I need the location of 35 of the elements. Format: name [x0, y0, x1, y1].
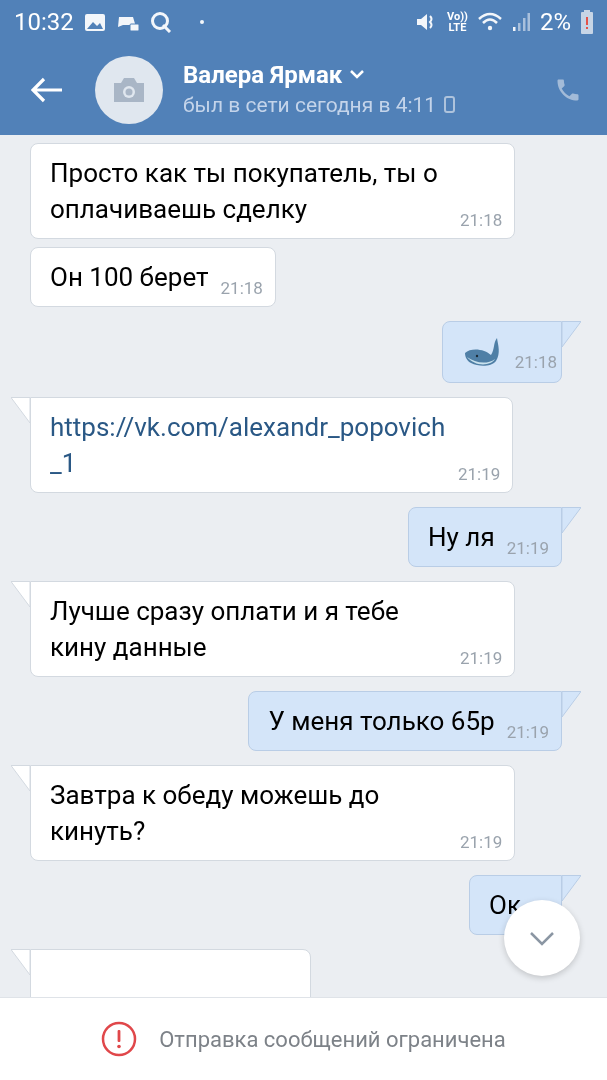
message-text: Лучше сразу оплати и я тебе кину данные [50, 595, 400, 664]
message-time: 21:19 [460, 650, 503, 667]
camera-icon [112, 76, 146, 103]
message-time: 21:19 [458, 466, 501, 483]
message-text: Просто как ты покупатель, ты о оплачиваешь сделку [50, 157, 439, 226]
chevron-down-icon [529, 930, 555, 946]
dot-icon [199, 20, 204, 24]
message-text: У меня только 65р [268, 705, 495, 738]
message-time: 21:18 [514, 354, 557, 371]
wifi-icon [477, 12, 502, 32]
message-time: 21:19 [506, 724, 549, 741]
message-text: Ну ля [428, 521, 495, 554]
bubble-tail [11, 949, 30, 975]
lte-label: LTE [448, 22, 467, 33]
message-text: Он 100 берет [50, 261, 209, 294]
contact-name[interactable]: Валера Ярмак [183, 59, 343, 90]
message-time: 21:18 [460, 212, 503, 229]
notice-text: Отправка сообщений ограничена [159, 1025, 506, 1054]
message-text: Завтра к обеду можешь до кинуть? [50, 779, 381, 848]
back-arrow-icon [31, 76, 63, 103]
q-app-icon [149, 11, 172, 33]
battery-percent: 2% [539, 7, 571, 38]
message-time: 21:18 [220, 280, 263, 297]
volte-label: Vo)) [447, 11, 468, 22]
image-icon [83, 12, 106, 32]
warning-icon [101, 1021, 138, 1057]
battery-icon [581, 10, 593, 34]
status-time: 10:32 [14, 7, 74, 38]
chevron-down-icon[interactable] [350, 70, 365, 79]
message-link[interactable]: https://vk.com/alexandr_popovich_1 [50, 409, 446, 481]
message-time: 21:19 [460, 834, 503, 851]
last-seen-status: был в сети сегодня в 4:11 [183, 91, 437, 119]
message-time: 21:19 [506, 540, 549, 557]
phone-device-icon [444, 96, 456, 113]
signal-icon [511, 12, 530, 32]
